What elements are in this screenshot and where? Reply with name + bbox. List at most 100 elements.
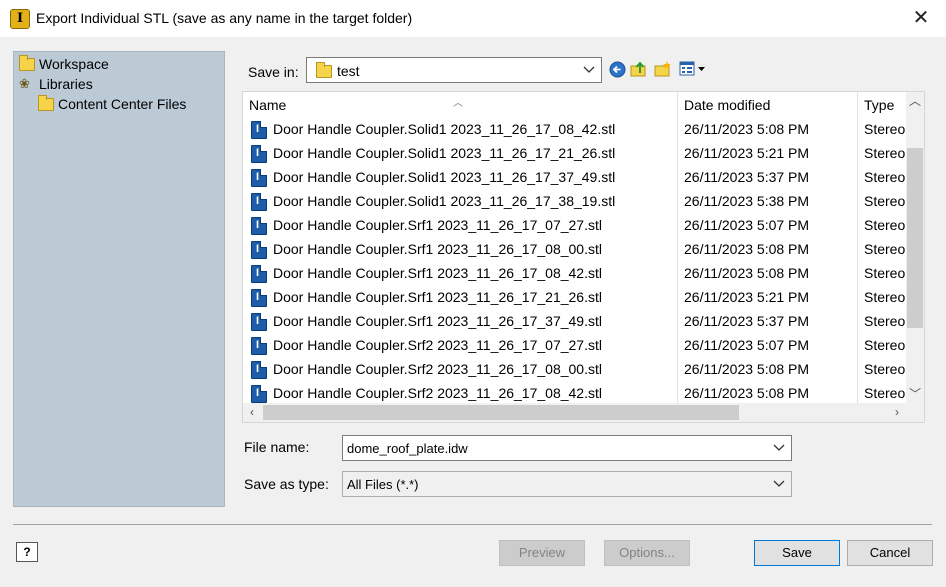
horizontal-scroll-thumb[interactable] bbox=[263, 405, 739, 420]
close-button[interactable]: ✕ bbox=[910, 6, 932, 30]
column-header-type[interactable]: Type bbox=[858, 92, 906, 119]
file-name-cell: Door Handle Coupler.Srf1 2023_11_26_17_3… bbox=[273, 313, 602, 329]
stl-file-icon bbox=[251, 289, 267, 307]
back-button[interactable] bbox=[607, 59, 627, 79]
preview-button[interactable]: Preview bbox=[499, 540, 585, 566]
column-header-name[interactable]: Name ︿ bbox=[243, 92, 677, 119]
place-label: Workspace bbox=[39, 56, 109, 72]
place-workspace[interactable]: Workspace bbox=[19, 54, 109, 74]
date-modified-cell: 26/11/2023 5:38 PM bbox=[684, 193, 810, 209]
stl-file-icon bbox=[251, 217, 267, 235]
file-row[interactable]: Door Handle Coupler.Srf1 2023_11_26_17_2… bbox=[243, 286, 907, 310]
separator bbox=[13, 524, 932, 525]
file-row[interactable]: Door Handle Coupler.Srf2 2023_11_26_17_0… bbox=[243, 334, 907, 358]
file-name-cell: Door Handle Coupler.Solid1 2023_11_26_17… bbox=[273, 193, 616, 209]
save-as-type-label: Save as type: bbox=[244, 476, 329, 492]
view-menu-icon bbox=[679, 61, 705, 76]
cancel-button[interactable]: Cancel bbox=[847, 540, 933, 566]
help-button[interactable]: ? bbox=[16, 542, 38, 562]
save-in-value: test bbox=[337, 63, 360, 79]
folder-icon bbox=[316, 62, 332, 78]
file-row[interactable]: Door Handle Coupler.Srf1 2023_11_26_17_0… bbox=[243, 238, 907, 262]
stl-file-icon bbox=[251, 169, 267, 187]
save-in-label: Save in: bbox=[248, 64, 299, 80]
date-modified-cell: 26/11/2023 5:08 PM bbox=[684, 385, 810, 401]
type-cell: Stereo bbox=[864, 361, 906, 377]
file-list[interactable]: Name ︿ Date modified Type Door Handle Co… bbox=[242, 91, 925, 423]
file-row[interactable]: Door Handle Coupler.Solid1 2023_11_26_17… bbox=[243, 142, 907, 166]
chevron-down-icon bbox=[773, 480, 785, 487]
scroll-left-arrow-icon[interactable]: ‹ bbox=[243, 403, 261, 421]
save-button[interactable]: Save bbox=[754, 540, 840, 566]
stl-file-icon bbox=[251, 193, 267, 211]
date-modified-cell: 26/11/2023 5:21 PM bbox=[684, 289, 810, 305]
type-cell: Stereo bbox=[864, 121, 906, 137]
file-name-label: File name: bbox=[244, 439, 310, 455]
file-name-cell: Door Handle Coupler.Srf1 2023_11_26_17_2… bbox=[273, 289, 602, 305]
up-folder-icon bbox=[630, 61, 646, 77]
file-name-cell: Door Handle Coupler.Solid1 2023_11_26_17… bbox=[273, 145, 616, 161]
place-libraries[interactable]: ❀ Libraries bbox=[19, 74, 93, 94]
column-header-date-modified[interactable]: Date modified bbox=[678, 92, 858, 119]
stl-file-icon bbox=[251, 313, 267, 331]
vertical-scrollbar[interactable]: ︿ ﹀ bbox=[906, 92, 924, 403]
horizontal-scrollbar[interactable]: ‹ › bbox=[243, 403, 906, 422]
type-cell: Stereo bbox=[864, 313, 906, 329]
sort-ascending-icon: ︿ bbox=[453, 98, 463, 109]
type-cell: Stereo bbox=[864, 193, 906, 209]
up-folder-button[interactable] bbox=[629, 59, 649, 79]
type-cell: Stereo bbox=[864, 169, 906, 185]
save-in-dropdown[interactable]: test bbox=[306, 57, 602, 83]
type-cell: Stereo bbox=[864, 145, 906, 161]
scroll-right-arrow-icon[interactable]: › bbox=[888, 403, 906, 421]
type-cell: Stereo bbox=[864, 265, 906, 281]
vertical-scroll-thumb[interactable] bbox=[907, 148, 923, 328]
window-title: Export Individual STL (save as any name … bbox=[36, 10, 413, 26]
date-modified-cell: 26/11/2023 5:08 PM bbox=[684, 121, 810, 137]
file-row[interactable]: Door Handle Coupler.Srf1 2023_11_26_17_0… bbox=[243, 262, 907, 286]
type-cell: Stereo bbox=[864, 289, 906, 305]
places-panel: Workspace ❀ Libraries Content Center Fil… bbox=[13, 51, 225, 507]
file-row[interactable]: Door Handle Coupler.Solid1 2023_11_26_17… bbox=[243, 190, 907, 214]
date-modified-cell: 26/11/2023 5:07 PM bbox=[684, 337, 810, 353]
save-as-type-dropdown[interactable]: All Files (*.*) bbox=[342, 471, 792, 497]
file-row[interactable]: Door Handle Coupler.Srf1 2023_11_26_17_3… bbox=[243, 310, 907, 334]
scroll-down-arrow-icon[interactable]: ﹀ bbox=[906, 385, 924, 403]
type-cell: Stereo bbox=[864, 241, 906, 257]
file-name-cell: Door Handle Coupler.Solid1 2023_11_26_17… bbox=[273, 169, 616, 185]
date-modified-cell: 26/11/2023 5:08 PM bbox=[684, 361, 810, 377]
stl-file-icon bbox=[251, 361, 267, 379]
library-icon: ❀ bbox=[19, 76, 30, 91]
type-cell: Stereo bbox=[864, 217, 906, 233]
file-name-cell: Door Handle Coupler.Srf1 2023_11_26_17_0… bbox=[273, 217, 602, 233]
file-row[interactable]: Door Handle Coupler.Solid1 2023_11_26_17… bbox=[243, 118, 907, 142]
stl-file-icon bbox=[251, 337, 267, 355]
file-name-cell: Door Handle Coupler.Srf1 2023_11_26_17_0… bbox=[273, 265, 602, 281]
place-label: Content Center Files bbox=[58, 96, 187, 112]
stl-file-icon bbox=[251, 241, 267, 259]
new-folder-icon bbox=[654, 61, 671, 77]
new-folder-button[interactable] bbox=[653, 59, 673, 79]
place-content-center-files[interactable]: Content Center Files bbox=[38, 94, 186, 114]
chevron-down-icon[interactable] bbox=[773, 439, 785, 457]
date-modified-cell: 26/11/2023 5:37 PM bbox=[684, 169, 810, 185]
scrollbar-corner bbox=[906, 403, 924, 422]
file-row[interactable]: Door Handle Coupler.Solid1 2023_11_26_17… bbox=[243, 166, 907, 190]
file-name-input[interactable]: dome_roof_plate.idw bbox=[342, 435, 792, 461]
column-header-label: Name bbox=[249, 97, 287, 113]
file-name-cell: Door Handle Coupler.Srf2 2023_11_26_17_0… bbox=[273, 361, 602, 377]
type-cell: Stereo bbox=[864, 385, 906, 401]
date-modified-cell: 26/11/2023 5:21 PM bbox=[684, 145, 810, 161]
view-menu-button[interactable] bbox=[678, 59, 708, 79]
folder-icon bbox=[19, 54, 35, 71]
file-name-cell: Door Handle Coupler.Srf1 2023_11_26_17_0… bbox=[273, 241, 602, 257]
date-modified-cell: 26/11/2023 5:07 PM bbox=[684, 217, 810, 233]
file-row[interactable]: Door Handle Coupler.Srf1 2023_11_26_17_0… bbox=[243, 214, 907, 238]
file-name-cell: Door Handle Coupler.Solid1 2023_11_26_17… bbox=[273, 121, 616, 137]
date-modified-cell: 26/11/2023 5:08 PM bbox=[684, 265, 810, 281]
title-bar: I Export Individual STL (save as any nam… bbox=[0, 0, 946, 37]
file-row[interactable]: Door Handle Coupler.Srf2 2023_11_26_17_0… bbox=[243, 358, 907, 382]
options-button[interactable]: Options... bbox=[604, 540, 690, 566]
scroll-up-arrow-icon[interactable]: ︿ bbox=[906, 92, 924, 110]
save-as-type-value: All Files (*.*) bbox=[347, 477, 419, 492]
